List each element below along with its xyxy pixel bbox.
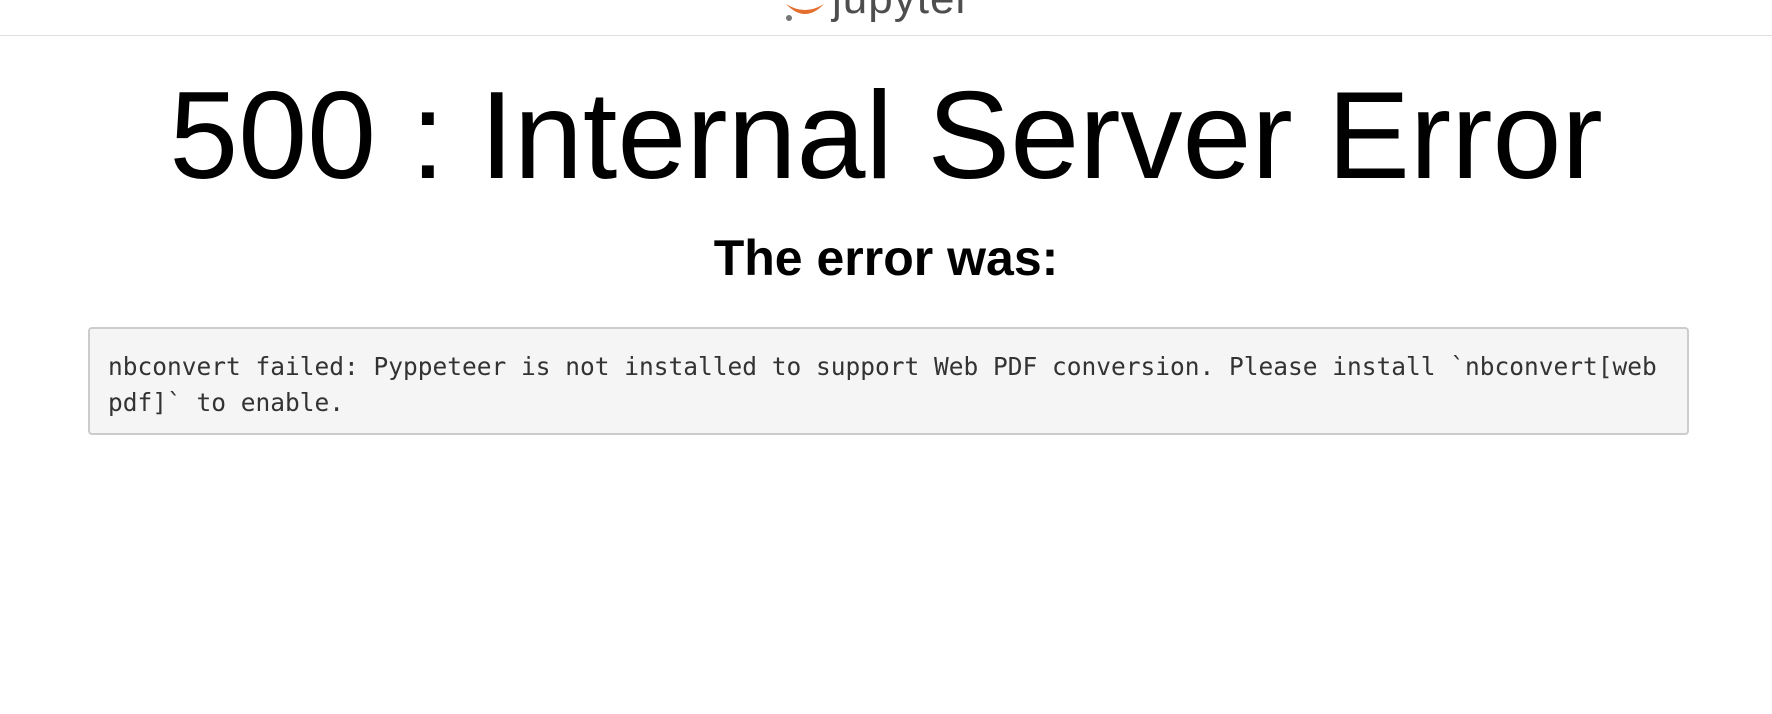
jupyter-logo-icon [782, 0, 828, 24]
header-bar: jupyter [0, 0, 1772, 36]
error-message: nbconvert failed: Pyppeteer is not insta… [88, 327, 1689, 435]
jupyter-wordmark: jupyter [832, 0, 971, 24]
error-title: 500 : Internal Server Error [169, 67, 1603, 205]
jupyter-logo[interactable]: jupyter [782, 0, 971, 24]
error-subtitle: The error was: [713, 230, 1059, 286]
